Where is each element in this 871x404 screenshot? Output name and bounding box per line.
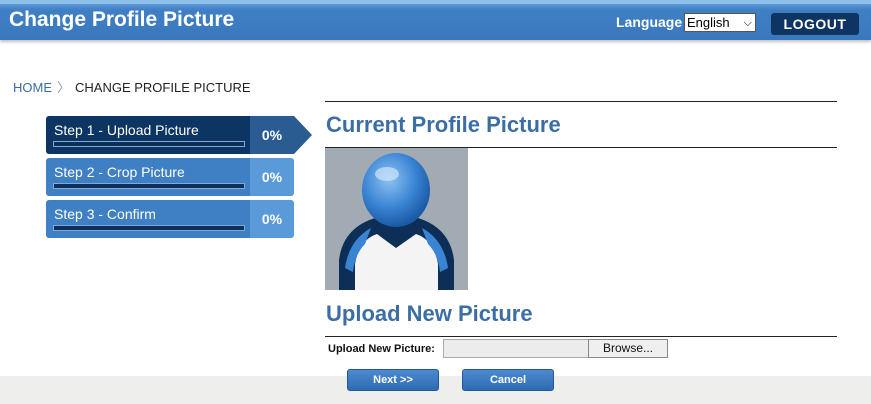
language-selected-value: English bbox=[687, 15, 730, 30]
page-title: Change Profile Picture bbox=[9, 8, 235, 31]
current-profile-picture bbox=[325, 148, 468, 290]
step-label-area: Step 2 - Crop Picture bbox=[46, 158, 250, 196]
step-percent-area: 0% bbox=[250, 158, 294, 196]
section-divider bbox=[325, 336, 837, 337]
breadcrumb-separator-icon: 〉 bbox=[57, 80, 71, 95]
language-label: Language bbox=[616, 14, 683, 30]
step-percent-area: 0% bbox=[250, 200, 294, 238]
step-crop-picture: Step 2 - Crop Picture 0% bbox=[46, 158, 294, 196]
step-confirm: Step 3 - Confirm 0% bbox=[46, 200, 294, 238]
current-picture-heading: Current Profile Picture bbox=[326, 112, 561, 137]
next-button[interactable]: Next >> bbox=[347, 369, 439, 391]
app-header: Change Profile Picture Language English … bbox=[0, 0, 871, 40]
step-label-area: Step 3 - Confirm bbox=[46, 200, 250, 238]
logout-button[interactable]: LOGOUT bbox=[771, 13, 859, 35]
step-percent: 0% bbox=[261, 127, 283, 143]
step-label-area: Step 1 - Upload Picture bbox=[46, 116, 250, 154]
section-divider bbox=[325, 101, 837, 102]
breadcrumb: HOME 〉 CHANGE PROFILE PICTURE bbox=[13, 77, 251, 96]
upload-picture-heading: Upload New Picture bbox=[326, 301, 533, 326]
page: Change Profile Picture Language English … bbox=[0, 0, 871, 404]
step-label: Step 2 - Crop Picture bbox=[54, 164, 185, 180]
step-progress-bar bbox=[53, 225, 245, 231]
step-percent-area: 0% bbox=[250, 116, 294, 154]
step-upload-picture: Step 1 - Upload Picture 0% bbox=[46, 116, 312, 154]
breadcrumb-home-link[interactable]: HOME bbox=[13, 80, 52, 95]
breadcrumb-current: CHANGE PROFILE PICTURE bbox=[75, 80, 251, 95]
step-label: Step 3 - Confirm bbox=[54, 206, 156, 222]
step-percent: 0% bbox=[261, 211, 283, 227]
step-progress-bar bbox=[53, 183, 245, 189]
default-avatar-icon bbox=[339, 153, 454, 290]
chevron-down-icon: ⌵ bbox=[743, 17, 752, 29]
step-progress-bar bbox=[53, 141, 245, 147]
file-path-input[interactable] bbox=[443, 339, 589, 358]
active-step-arrow-icon bbox=[294, 116, 312, 154]
browse-button[interactable]: Browse... bbox=[588, 339, 668, 358]
upload-field-label: Upload New Picture: bbox=[328, 343, 435, 355]
language-select[interactable]: English ⌵ bbox=[684, 13, 756, 32]
step-percent: 0% bbox=[261, 169, 283, 185]
cancel-button[interactable]: Cancel bbox=[462, 369, 554, 391]
step-label: Step 1 - Upload Picture bbox=[54, 122, 199, 138]
